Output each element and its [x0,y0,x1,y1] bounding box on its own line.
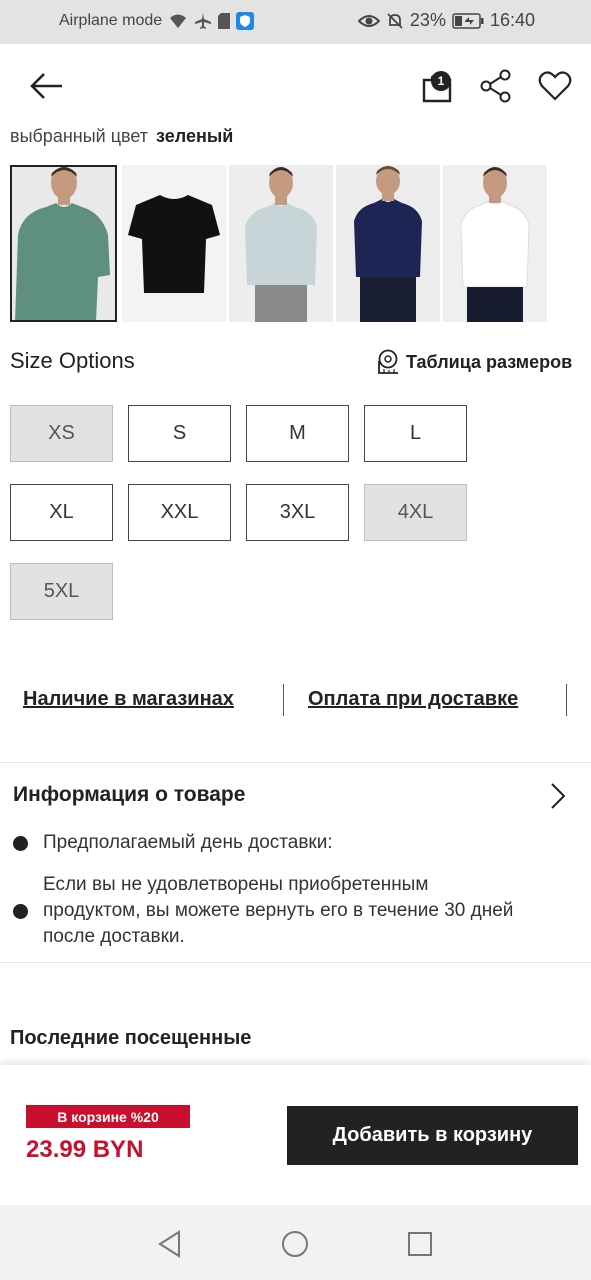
vpn-shield-icon [236,12,255,30]
product-info-title: Информация о товаре [13,783,246,806]
cash-on-delivery-link[interactable]: Оплата при доставке [308,688,518,711]
chevron-right-icon[interactable] [548,782,568,810]
eye-icon [357,14,380,27]
size-chart-label: Таблица размеров [406,351,573,372]
nav-home-icon[interactable] [280,1229,310,1259]
recently-viewed-title: Последние посещенные [10,1027,252,1049]
status-left: Airplane mode [59,12,255,30]
color-thumbnail-light-blue[interactable] [229,165,333,322]
airplane-mode-text: Airplane mode [59,12,163,29]
battery-percent: 23% [409,10,446,30]
color-thumbnail-black[interactable] [122,165,226,322]
size-s-button[interactable]: S [128,405,231,462]
size-3xl-button[interactable]: 3XL [246,484,349,541]
size-xl-button[interactable]: XL [10,484,113,541]
size-options-title: Size Options [10,348,135,373]
size-5xl-button[interactable]: 5XL [10,563,113,620]
size-4xl-button[interactable]: 4XL [364,484,467,541]
buy-bar: В корзине %20 23.99 BYN Добавить в корзи… [0,1065,591,1205]
cart-count-badge: 1 [431,71,451,91]
app-bar: 1 [0,44,591,128]
bullet-icon [13,836,28,851]
size-m-button[interactable]: M [246,405,349,462]
clock: 16:40 [489,10,535,30]
cart-discount-badge: В корзине %20 [26,1105,190,1128]
share-icon[interactable] [480,69,512,103]
return-policy-line-3: после доставки. [43,926,185,947]
divider [0,962,591,963]
battery-icon [452,12,484,29]
nav-recents-icon[interactable] [405,1229,435,1259]
return-policy-line-1: Если вы не удовлетворены приобретенным [43,874,429,895]
sim-card-icon [218,13,231,29]
delivery-links: Наличие в магазинах Оплата при доставке [0,680,591,720]
size-l-button[interactable]: L [364,405,467,462]
size-xs-button[interactable]: XS [10,405,113,462]
bullet-icon [13,904,28,919]
heart-icon[interactable] [538,70,572,102]
system-nav-bar [0,1205,591,1280]
wifi-icon [170,14,187,28]
color-thumbnail-green[interactable] [10,165,117,322]
airplane-icon [195,13,212,29]
store-availability-link[interactable]: Наличие в магазинах [23,688,234,711]
size-xxl-button[interactable]: XXL [128,484,231,541]
nav-back-icon[interactable] [155,1229,185,1259]
selected-color-value: зеленый [156,126,234,146]
size-chart-link[interactable]: Таблица размеров [376,349,572,375]
link-divider [283,684,284,716]
status-bar: Airplane mode 23% 16:40 [0,0,591,44]
price: 23.99 BYN [26,1136,144,1163]
status-right: 23% 16:40 [357,10,535,31]
link-divider [566,684,567,716]
color-thumbnail-white[interactable] [443,165,547,322]
color-thumbnails [10,165,570,323]
selected-color: выбранный цвет зеленый [10,126,233,147]
measuring-tape-icon [378,349,398,374]
selected-color-label: выбранный цвет [10,126,149,146]
add-to-cart-button[interactable]: Добавить в корзину [287,1106,578,1165]
delivery-estimate-text: Предполагаемый день доставки: [43,832,333,853]
mute-bell-icon [387,12,403,29]
color-thumbnail-navy[interactable] [336,165,440,322]
back-arrow-icon[interactable] [28,70,64,102]
return-policy-line-2: продуктом, вы можете вернуть его в течен… [43,900,514,921]
